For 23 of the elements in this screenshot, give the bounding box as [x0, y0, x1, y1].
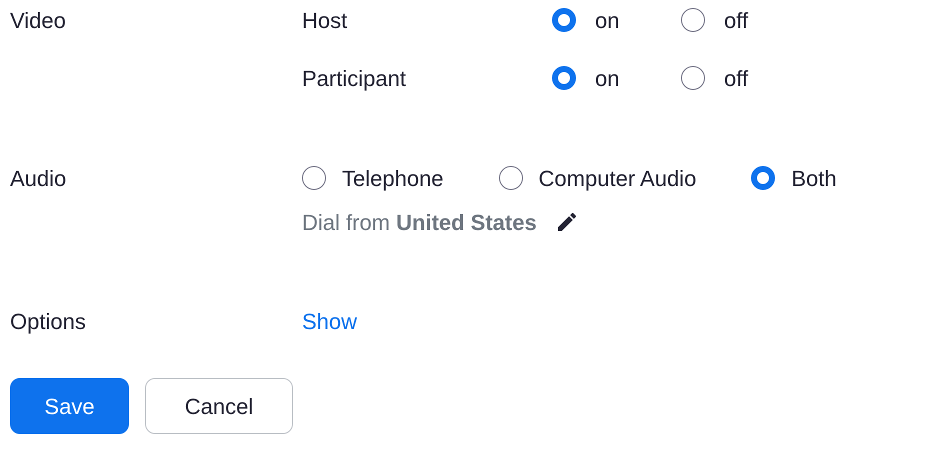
radio-label: Telephone [342, 164, 444, 193]
radio-label: Computer Audio [538, 164, 696, 193]
radio-button[interactable] [552, 8, 576, 32]
radio-label: on [595, 6, 620, 34]
cancel-button[interactable]: Cancel [145, 378, 293, 434]
radio-label: off [724, 64, 748, 92]
radio-label: off [724, 6, 748, 34]
radio-button[interactable] [681, 8, 705, 32]
radio-label: on [595, 64, 620, 92]
section-label: Options [10, 308, 86, 334]
radio-label: Both [791, 164, 837, 192]
row-label: Participant [302, 64, 407, 93]
row-label: Host [302, 6, 348, 34]
radio-button[interactable] [552, 66, 576, 90]
radio-button[interactable] [751, 166, 776, 190]
section-label: Video [10, 6, 66, 34]
show-link[interactable]: Show [302, 304, 358, 338]
radio-button[interactable] [302, 166, 326, 190]
dial-country-text: Dial from United States [302, 208, 537, 236]
save-button[interactable]: Save [10, 378, 129, 434]
radio-button[interactable] [681, 66, 705, 90]
section-label: Audio [10, 164, 66, 192]
radio-button[interactable] [498, 166, 523, 190]
